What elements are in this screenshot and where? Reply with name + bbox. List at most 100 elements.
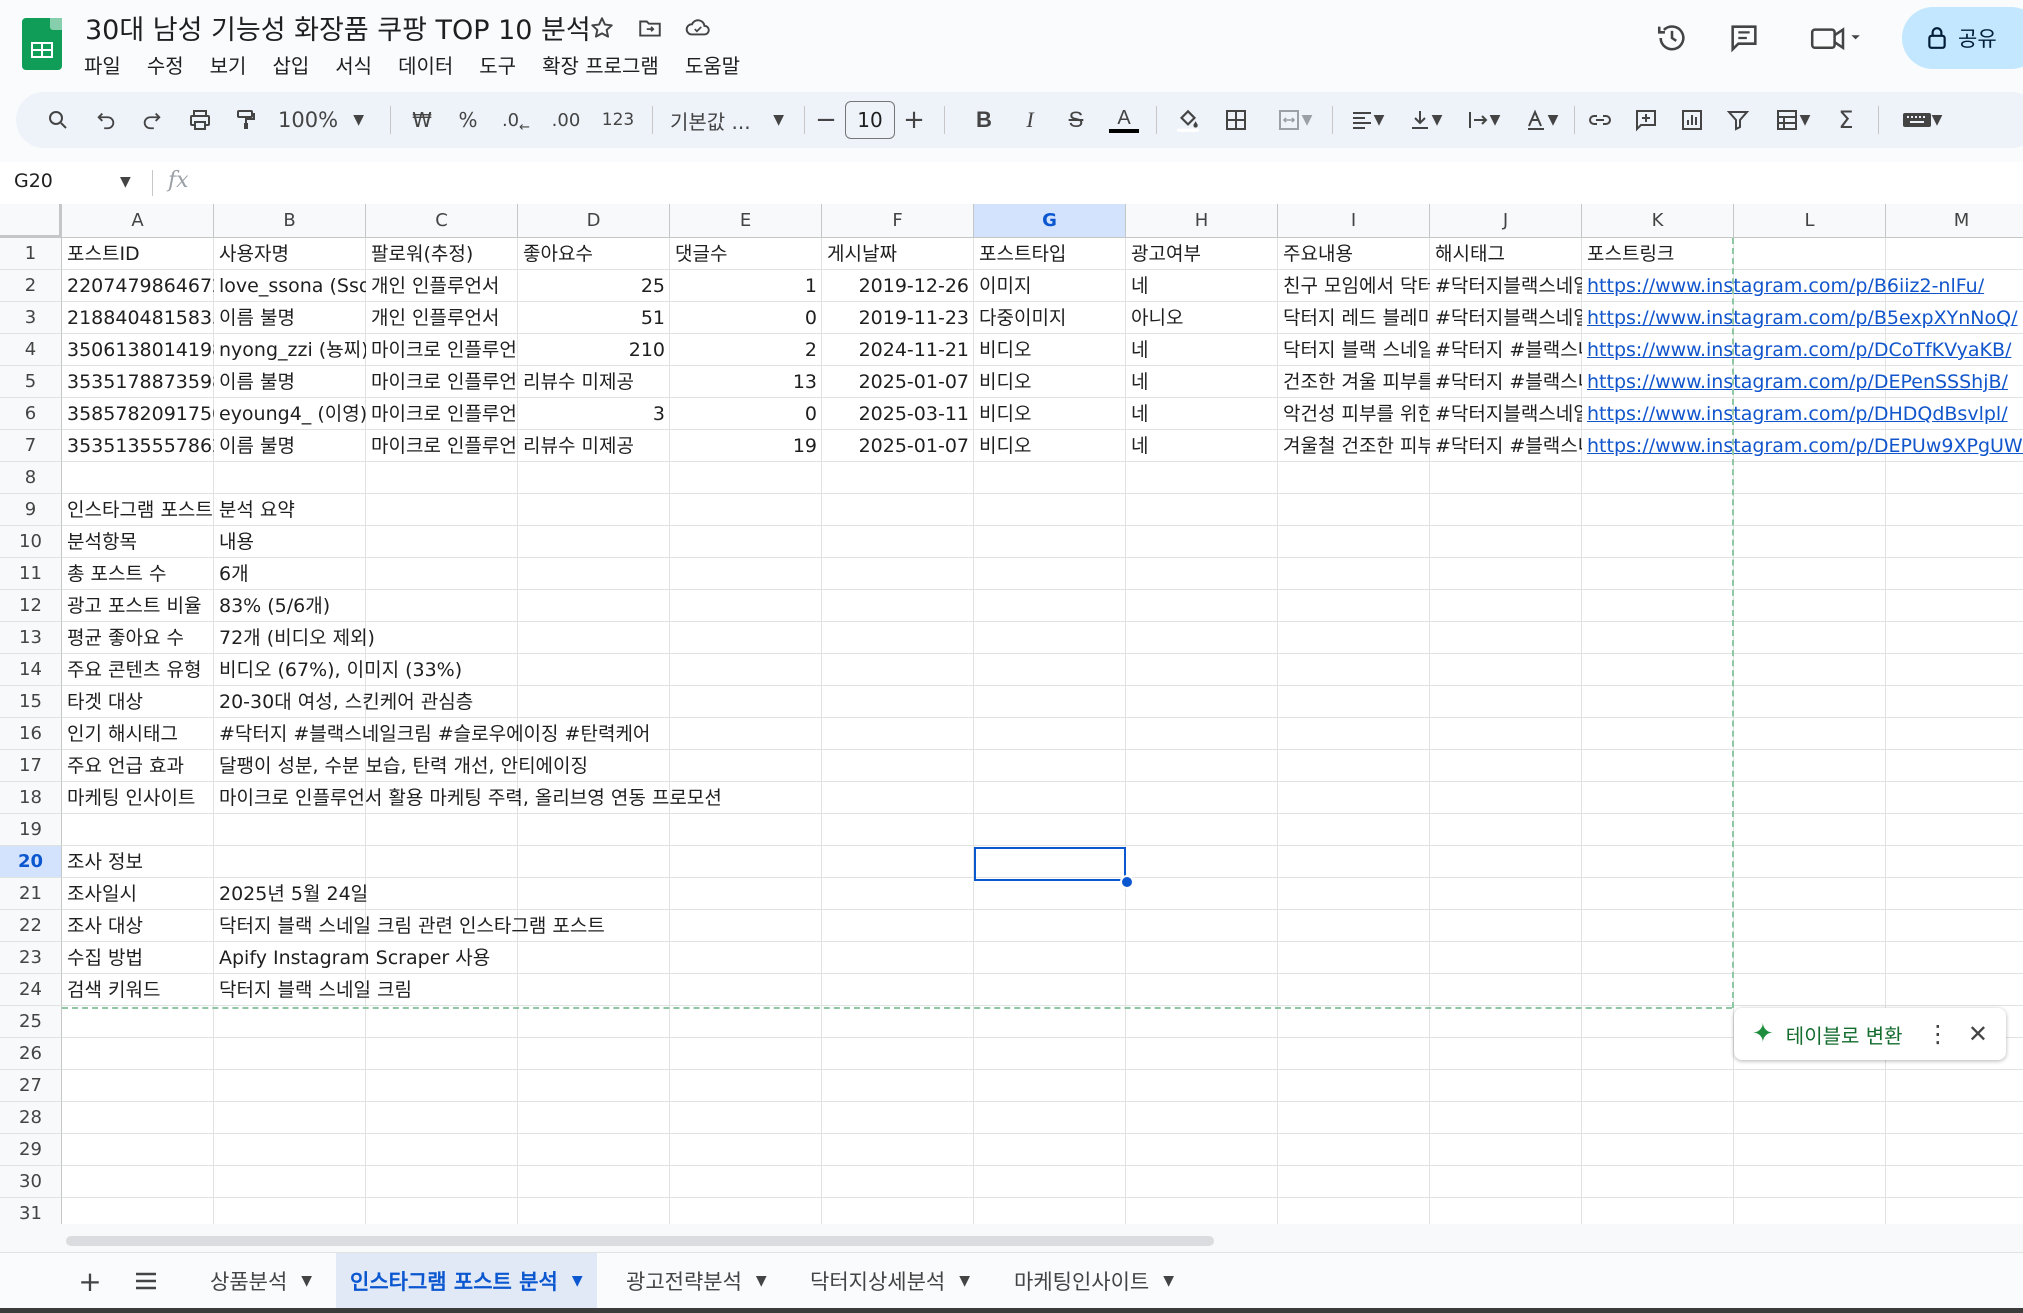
horizontal-scroll-thumb[interactable] bbox=[66, 1236, 1214, 1246]
horizontal-scrollbar[interactable] bbox=[0, 1224, 2023, 1252]
row-header-31[interactable]: 31 bbox=[0, 1198, 62, 1224]
menu-view[interactable]: 보기 bbox=[210, 50, 247, 79]
row-header-14[interactable]: 14 bbox=[0, 654, 62, 686]
row-header-1[interactable]: 1 bbox=[0, 238, 62, 270]
row-header-9[interactable]: 9 bbox=[0, 494, 62, 526]
cloud-status-icon[interactable] bbox=[682, 12, 714, 44]
column-header-a[interactable]: A bbox=[62, 204, 214, 238]
row-header-23[interactable]: 23 bbox=[0, 942, 62, 974]
column-header-c[interactable]: C bbox=[366, 204, 518, 238]
redo-icon[interactable] bbox=[134, 92, 170, 148]
row-header-25[interactable]: 25 bbox=[0, 1006, 62, 1038]
menu-file[interactable]: 파일 bbox=[84, 50, 121, 79]
row-header-29[interactable]: 29 bbox=[0, 1134, 62, 1166]
filter-icon[interactable] bbox=[1720, 92, 1756, 148]
column-header-h[interactable]: H bbox=[1126, 204, 1278, 238]
row-header-28[interactable]: 28 bbox=[0, 1102, 62, 1134]
row-header-4[interactable]: 4 bbox=[0, 334, 62, 366]
fill-handle[interactable] bbox=[1120, 875, 1134, 889]
sheet-tab-drg-detail[interactable]: 닥터지상세분석 ▼ bbox=[796, 1253, 984, 1309]
menu-format[interactable]: 서식 bbox=[335, 50, 372, 79]
add-sheet-icon[interactable]: + bbox=[72, 1263, 108, 1299]
column-header-e[interactable]: E bbox=[670, 204, 822, 238]
close-icon[interactable]: ✕ bbox=[1968, 1020, 1988, 1048]
column-header-f[interactable]: F bbox=[822, 204, 974, 238]
move-to-folder-icon[interactable] bbox=[634, 12, 666, 44]
fill-color-icon[interactable] bbox=[1170, 92, 1206, 148]
text-wrapping-icon[interactable]: ▼ bbox=[1458, 92, 1508, 148]
post-link[interactable]: https://www.instagram.com/p/DEPUw9XPgUW/ bbox=[1582, 430, 2023, 462]
column-header-i[interactable]: I bbox=[1278, 204, 1430, 238]
post-link[interactable]: https://www.instagram.com/p/DEPenSSShjB/ bbox=[1582, 366, 2008, 398]
sheet-tab-marketing-insight[interactable]: 마케팅인사이트 ▼ bbox=[1000, 1253, 1188, 1309]
borders-icon[interactable] bbox=[1218, 92, 1254, 148]
column-header-d[interactable]: D bbox=[518, 204, 670, 238]
chevron-down-icon[interactable]: ▼ bbox=[1163, 1273, 1174, 1289]
print-icon[interactable] bbox=[182, 92, 218, 148]
insert-link-icon[interactable] bbox=[1582, 92, 1618, 148]
row-header-20[interactable]: 20 bbox=[0, 846, 62, 878]
sheet-tab-instagram-analysis[interactable]: 인스타그램 포스트 분석 ▼ bbox=[336, 1253, 597, 1309]
undo-icon[interactable] bbox=[88, 92, 124, 148]
convert-to-table-label[interactable]: 테이블로 변환 bbox=[1786, 1020, 1903, 1049]
row-header-27[interactable]: 27 bbox=[0, 1070, 62, 1102]
row-header-30[interactable]: 30 bbox=[0, 1166, 62, 1198]
text-rotation-icon[interactable]: ▼ bbox=[1516, 92, 1566, 148]
row-header-7[interactable]: 7 bbox=[0, 430, 62, 462]
chevron-down-icon[interactable]: ▼ bbox=[301, 1273, 312, 1289]
insert-comment-icon[interactable] bbox=[1628, 92, 1664, 148]
column-header-l[interactable]: L bbox=[1734, 204, 1886, 238]
row-header-6[interactable]: 6 bbox=[0, 398, 62, 430]
zoom-select[interactable]: 100% ▼ bbox=[278, 92, 364, 148]
vertical-align-icon[interactable]: ▼ bbox=[1400, 92, 1450, 148]
post-link[interactable]: https://www.instagram.com/p/B5expXYnNoQ/ bbox=[1582, 302, 2017, 334]
row-header-13[interactable]: 13 bbox=[0, 622, 62, 654]
menu-data[interactable]: 데이터 bbox=[398, 50, 453, 79]
strikethrough-icon[interactable]: S bbox=[1060, 92, 1092, 148]
row-header-24[interactable]: 24 bbox=[0, 974, 62, 1006]
decrease-font-size-button[interactable]: − bbox=[812, 92, 840, 148]
row-header-18[interactable]: 18 bbox=[0, 782, 62, 814]
bold-icon[interactable]: B bbox=[968, 92, 1000, 148]
menu-help[interactable]: 도움말 bbox=[685, 50, 740, 79]
menu-extensions[interactable]: 확장 프로그램 bbox=[542, 50, 659, 79]
font-size-input[interactable]: 10 bbox=[845, 101, 895, 139]
share-button[interactable]: 공유 bbox=[1902, 7, 2023, 69]
paint-format-icon[interactable] bbox=[228, 92, 264, 148]
italic-icon[interactable]: I bbox=[1014, 92, 1046, 148]
text-color-icon[interactable]: A bbox=[1106, 92, 1142, 148]
post-link[interactable]: https://www.instagram.com/p/B6iiz2-nlFu/ bbox=[1582, 270, 2002, 302]
row-header-21[interactable]: 21 bbox=[0, 878, 62, 910]
row-header-8[interactable]: 8 bbox=[0, 462, 62, 494]
row-header-15[interactable]: 15 bbox=[0, 686, 62, 718]
font-family-select[interactable]: 기본값 ... ▼ bbox=[662, 92, 792, 148]
sheet-tab-product-analysis[interactable]: 상품분석 ▼ bbox=[196, 1253, 326, 1309]
format-percent-button[interactable]: % bbox=[450, 92, 486, 148]
sheet-tab-ad-strategy[interactable]: 광고전략분석 ▼ bbox=[612, 1253, 781, 1309]
format-currency-button[interactable]: ₩ bbox=[404, 92, 440, 148]
row-header-11[interactable]: 11 bbox=[0, 558, 62, 590]
version-history-icon[interactable] bbox=[1652, 18, 1692, 58]
menu-insert[interactable]: 삽입 bbox=[272, 50, 309, 79]
row-header-26[interactable]: 26 bbox=[0, 1038, 62, 1070]
meet-icon[interactable] bbox=[1806, 18, 1866, 58]
convert-to-table-chip[interactable]: ✦ 테이블로 변환 ⋮ ✕ bbox=[1734, 1008, 2006, 1060]
row-header-17[interactable]: 17 bbox=[0, 750, 62, 782]
formula-input[interactable] bbox=[210, 168, 1990, 198]
row-header-2[interactable]: 2 bbox=[0, 270, 62, 302]
document-title[interactable]: 30대 남성 기능성 화장품 쿠팡 TOP 10 분석 bbox=[85, 8, 591, 47]
star-icon[interactable] bbox=[586, 12, 618, 44]
chevron-down-icon[interactable]: ▼ bbox=[120, 174, 131, 190]
input-tools-icon[interactable]: ▼ bbox=[1892, 92, 1952, 148]
increase-font-size-button[interactable]: + bbox=[898, 92, 930, 148]
all-sheets-icon[interactable] bbox=[128, 1263, 164, 1299]
select-all-corner[interactable] bbox=[0, 204, 62, 238]
menu-tools[interactable]: 도구 bbox=[479, 50, 516, 79]
comments-icon[interactable] bbox=[1724, 18, 1764, 58]
horizontal-align-icon[interactable]: ▼ bbox=[1342, 92, 1392, 148]
merge-cells-icon[interactable]: ▼ bbox=[1264, 92, 1324, 148]
row-header-19[interactable]: 19 bbox=[0, 814, 62, 846]
post-link[interactable]: https://www.instagram.com/p/DHDQdBsvlpl/ bbox=[1582, 398, 2008, 430]
decrease-decimal-button[interactable]: .0 ← bbox=[496, 92, 536, 148]
menu-edit[interactable]: 수정 bbox=[147, 50, 184, 79]
